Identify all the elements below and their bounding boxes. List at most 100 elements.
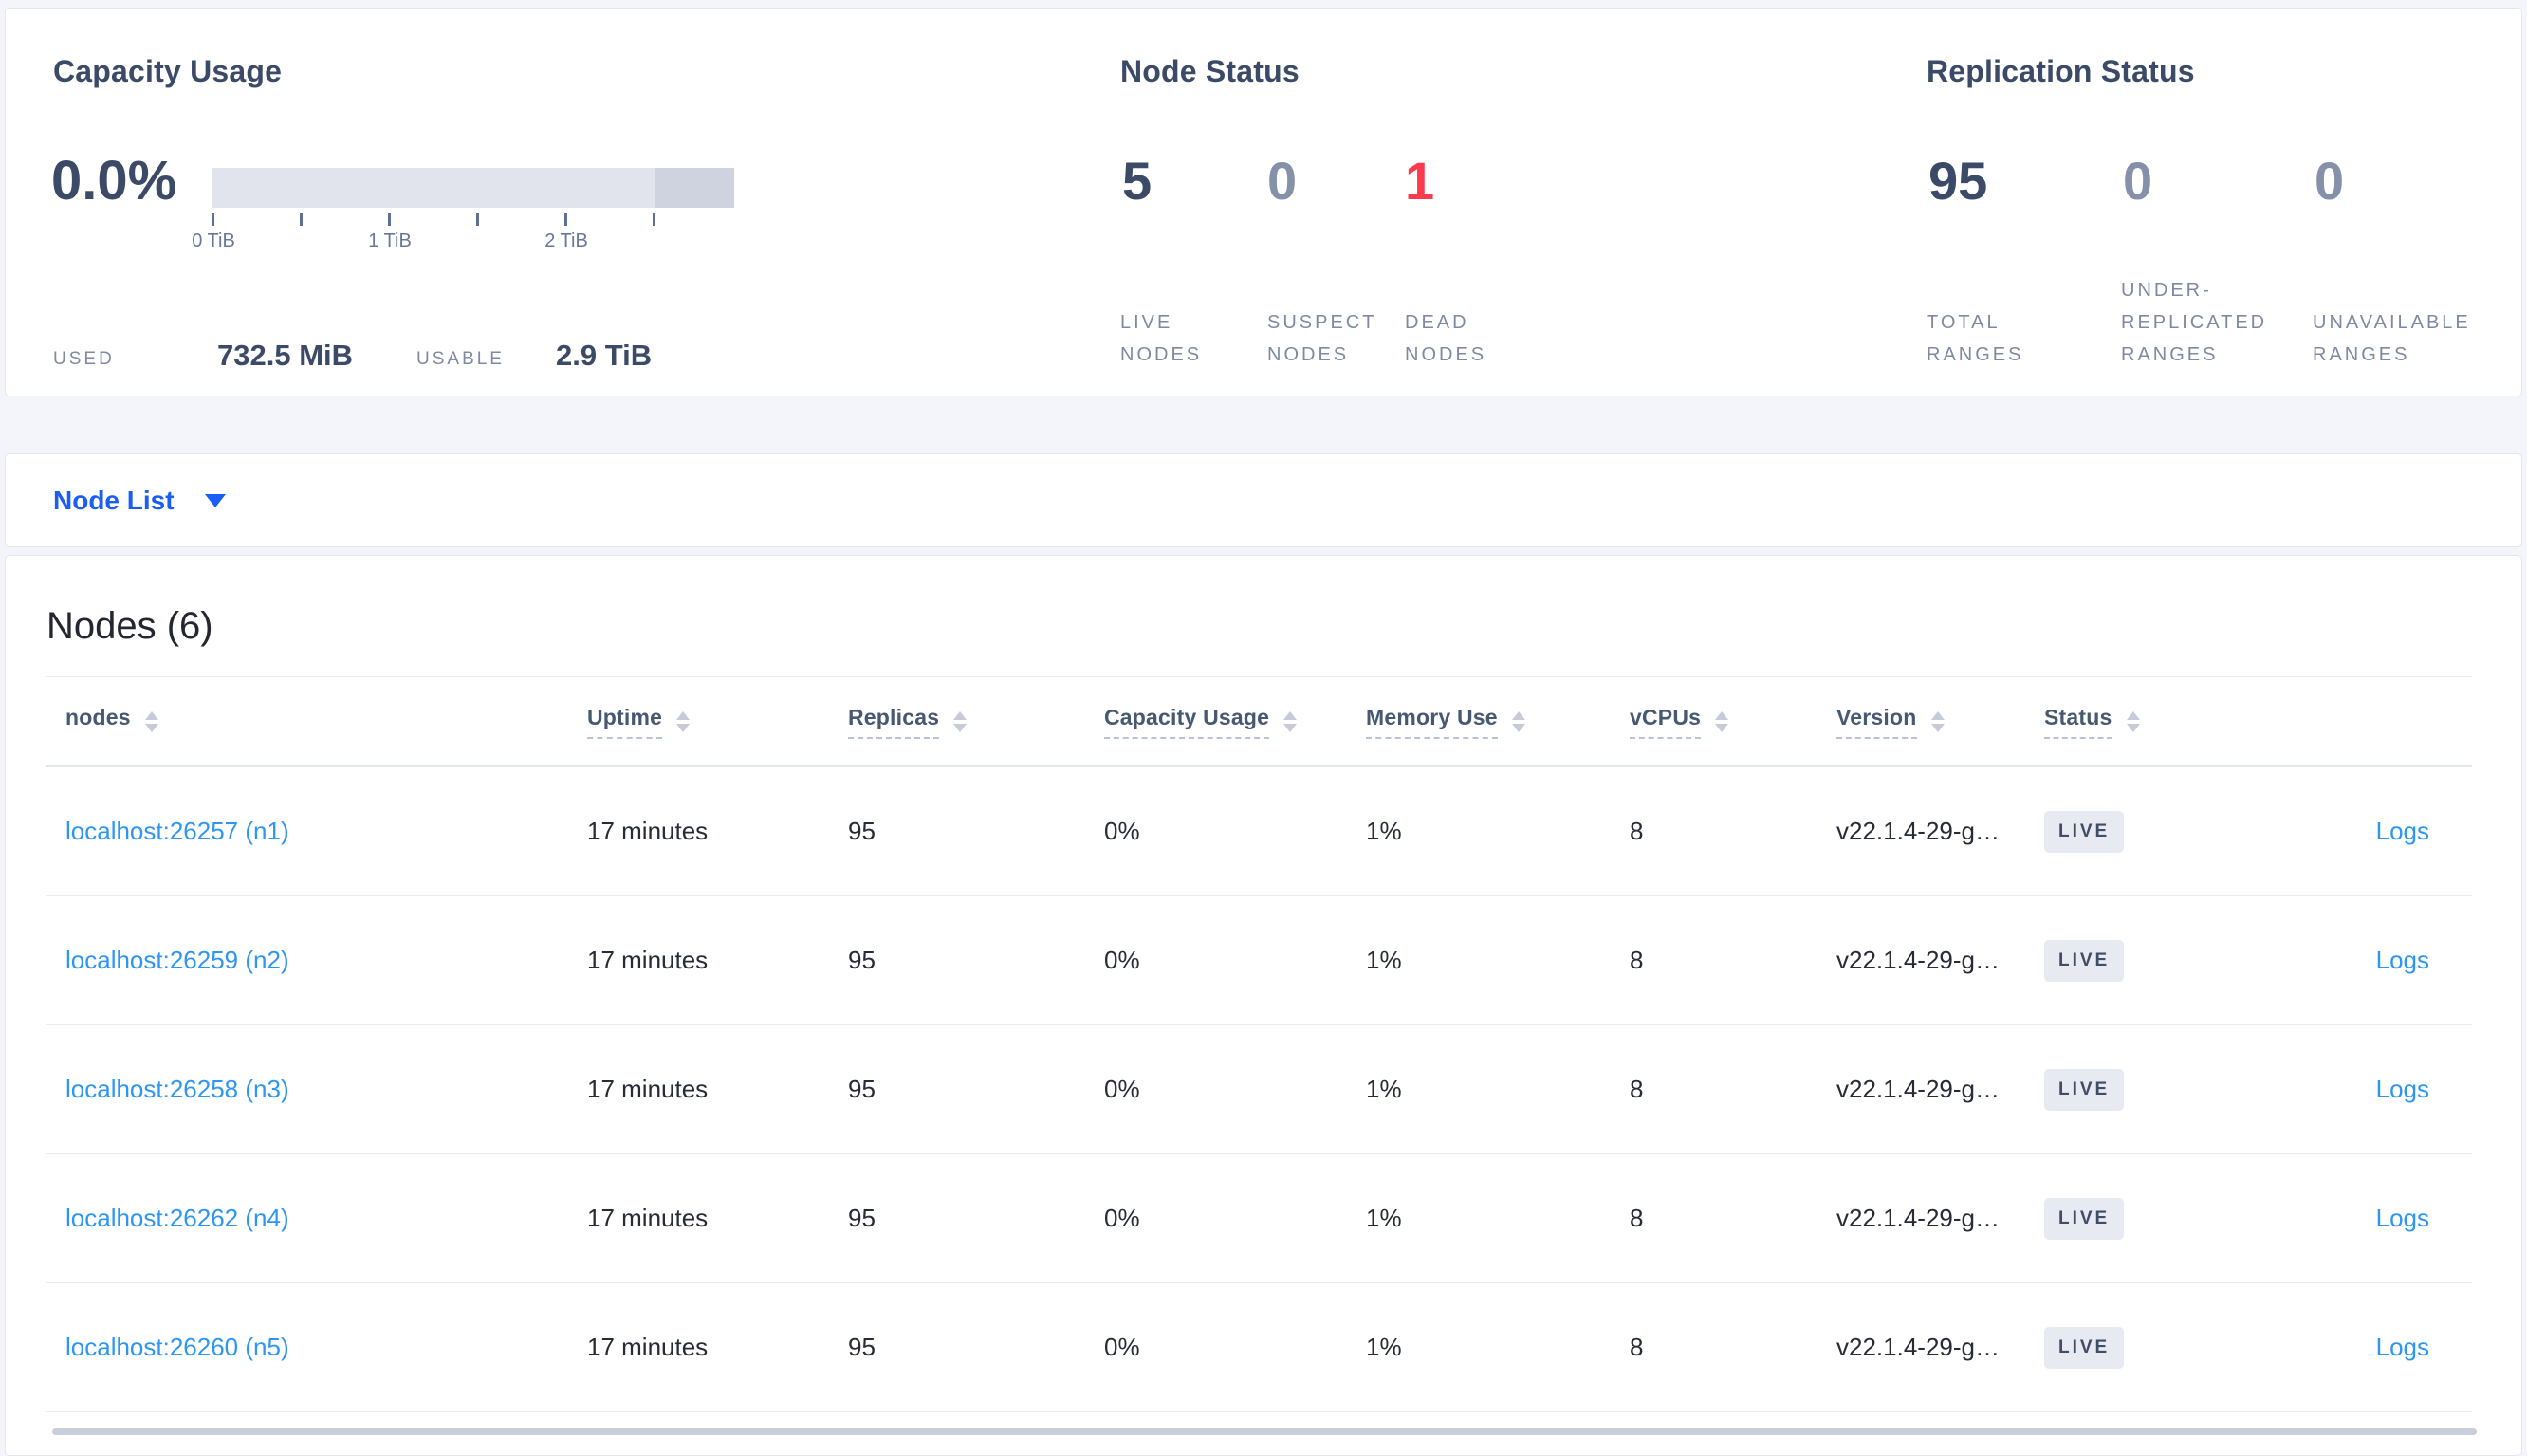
status-cell: LIVE <box>2025 1197 2272 1240</box>
capacity-usage-bar <box>212 168 734 208</box>
nodes-section-title: Nodes (6) <box>46 605 213 647</box>
replication-status-title: Replication Status <box>1927 54 2195 88</box>
column-header-replicas[interactable]: Replicas <box>829 705 1085 739</box>
nodes-table-header: nodes Uptime Replicas Capacity Usage Mem… <box>46 676 2472 767</box>
node-list-dropdown-label: Node List <box>53 485 175 515</box>
logs-link[interactable]: Logs <box>2272 1204 2472 1233</box>
sort-icon[interactable] <box>1715 710 1729 732</box>
column-header-status[interactable]: Status <box>2025 705 2272 739</box>
dead-nodes-label-line1: DEAD <box>1405 312 1469 333</box>
live-nodes-label-line2: NODES <box>1120 344 1203 365</box>
vcpus-cell: 8 <box>1630 946 1644 974</box>
usable-value: 2.9 TiB <box>556 339 653 372</box>
suspect-nodes-label: SUSPECT NODES <box>1267 306 1376 371</box>
logs-link[interactable]: Logs <box>2272 946 2472 975</box>
memory-cell: 1% <box>1366 946 1402 974</box>
sort-icon[interactable] <box>1511 710 1525 732</box>
column-header-memory-label: Memory Use <box>1366 705 1498 739</box>
memory-cell: 1% <box>1366 1204 1402 1232</box>
memory-cell: 1% <box>1366 1333 1402 1361</box>
nodes-panel: Nodes (6) nodes Uptime Replicas Capacity… <box>5 555 2522 1456</box>
column-header-vcpus[interactable]: vCPUs <box>1611 705 1817 739</box>
unavailable-ranges-label: UNAVAILABLE RANGES <box>2313 306 2471 371</box>
column-header-vcpus-label: vCPUs <box>1630 705 1702 739</box>
sort-icon[interactable] <box>144 710 158 732</box>
column-header-capacity[interactable]: Capacity Usage <box>1085 705 1347 739</box>
replicas-cell: 95 <box>848 1204 876 1232</box>
status-cell: LIVE <box>2025 810 2272 853</box>
node-link[interactable]: localhost:26262 (n4) <box>46 1204 568 1233</box>
column-header-nodes[interactable]: nodes <box>46 705 568 739</box>
version-cell: v22.1.4-29-g… <box>1836 1333 2000 1361</box>
version-cell: v22.1.4-29-g… <box>1836 946 2000 974</box>
status-cell: LIVE <box>2025 939 2272 982</box>
vcpus-cell: 8 <box>1630 1075 1644 1103</box>
replicas-cell: 95 <box>848 817 876 845</box>
table-row-node-4: localhost:26262 (n4) 17 minutes 95 0% 1%… <box>46 1154 2472 1283</box>
uptime-cell: 17 minutes <box>587 946 709 974</box>
capacity-bar-usable-segment <box>212 168 655 208</box>
capacity-axis-tick <box>388 213 391 226</box>
capacity-cell: 0% <box>1104 946 1140 974</box>
logs-link[interactable]: Logs <box>2272 1333 2472 1362</box>
logs-link[interactable]: Logs <box>2272 1075 2472 1104</box>
live-nodes-count: 5 <box>1122 151 1153 211</box>
sort-icon[interactable] <box>2126 710 2140 732</box>
status-cell: LIVE <box>2025 1326 2272 1369</box>
version-cell: v22.1.4-29-g… <box>1836 1204 2000 1232</box>
node-link[interactable]: localhost:26259 (n2) <box>46 946 568 975</box>
used-value: 732.5 MiB <box>217 339 354 372</box>
live-nodes-label-line1: LIVE <box>1120 312 1173 333</box>
uptime-cell: 17 minutes <box>587 1333 709 1361</box>
vcpus-cell: 8 <box>1630 1204 1644 1232</box>
sort-icon[interactable] <box>676 710 691 732</box>
column-header-version-label: Version <box>1836 705 1917 739</box>
unavailable-ranges-count: 0 <box>2315 151 2345 211</box>
sort-icon[interactable] <box>953 710 968 732</box>
node-list-dropdown[interactable]: Node List <box>53 486 226 516</box>
capacity-cell: 0% <box>1104 1075 1140 1103</box>
dead-nodes-label: DEAD NODES <box>1405 306 1486 371</box>
node-link[interactable]: localhost:26260 (n5) <box>46 1333 568 1362</box>
suspect-nodes-count: 0 <box>1267 151 1298 211</box>
total-ranges-label-line1: TOTAL <box>1927 312 2001 333</box>
column-header-memory[interactable]: Memory Use <box>1347 705 1611 739</box>
horizontal-scrollbar[interactable] <box>52 1428 2477 1435</box>
memory-cell: 1% <box>1366 1075 1402 1103</box>
dead-nodes-label-line2: NODES <box>1405 344 1487 365</box>
capacity-cell: 0% <box>1104 1333 1140 1361</box>
replicas-cell: 95 <box>848 946 876 974</box>
under-replicated-label-line1: UNDER- <box>2121 280 2212 301</box>
sort-icon[interactable] <box>1930 710 1945 732</box>
column-header-status-label: Status <box>2044 705 2112 739</box>
capacity-cell: 0% <box>1104 1204 1140 1232</box>
column-header-version[interactable]: Version <box>1817 705 2025 739</box>
table-row-node-1: localhost:26257 (n1) 17 minutes 95 0% 1%… <box>46 767 2472 896</box>
node-link[interactable]: localhost:26258 (n3) <box>46 1075 568 1104</box>
node-link[interactable]: localhost:26257 (n1) <box>46 817 568 846</box>
capacity-axis-tick <box>653 213 655 226</box>
under-replicated-label-line2: REPLICATED <box>2121 312 2268 333</box>
logs-link[interactable]: Logs <box>2272 817 2472 846</box>
table-row-node-5: localhost:26260 (n5) 17 minutes 95 0% 1%… <box>46 1283 2472 1412</box>
capacity-tick-label-2: 2 TiB <box>544 230 588 251</box>
unavailable-ranges-label-line1: UNAVAILABLE <box>2313 312 2471 333</box>
sort-icon[interactable] <box>1283 710 1298 732</box>
cluster-overview-panel: Capacity Usage 0.0% 0 TiB 1 TiB 2 TiB US… <box>5 8 2522 396</box>
column-header-uptime[interactable]: Uptime <box>568 705 829 739</box>
under-replicated-ranges-count: 0 <box>2123 151 2153 211</box>
status-badge: LIVE <box>2044 1197 2125 1240</box>
vcpus-cell: 8 <box>1630 1333 1644 1361</box>
uptime-cell: 17 minutes <box>587 1204 709 1232</box>
memory-cell: 1% <box>1366 817 1402 845</box>
capacity-usage-title: Capacity Usage <box>53 54 283 88</box>
chevron-down-icon <box>204 493 226 507</box>
under-replicated-label-line3: RANGES <box>2121 344 2219 365</box>
unavailable-ranges-label-line2: RANGES <box>2313 344 2410 365</box>
node-status-title: Node Status <box>1120 54 1300 88</box>
column-header-capacity-label: Capacity Usage <box>1104 705 1270 739</box>
capacity-tick-label-1: 1 TiB <box>368 230 412 251</box>
status-badge: LIVE <box>2044 1068 2125 1111</box>
table-row-node-3: localhost:26258 (n3) 17 minutes 95 0% 1%… <box>46 1025 2472 1154</box>
live-nodes-label: LIVE NODES <box>1120 306 1202 371</box>
